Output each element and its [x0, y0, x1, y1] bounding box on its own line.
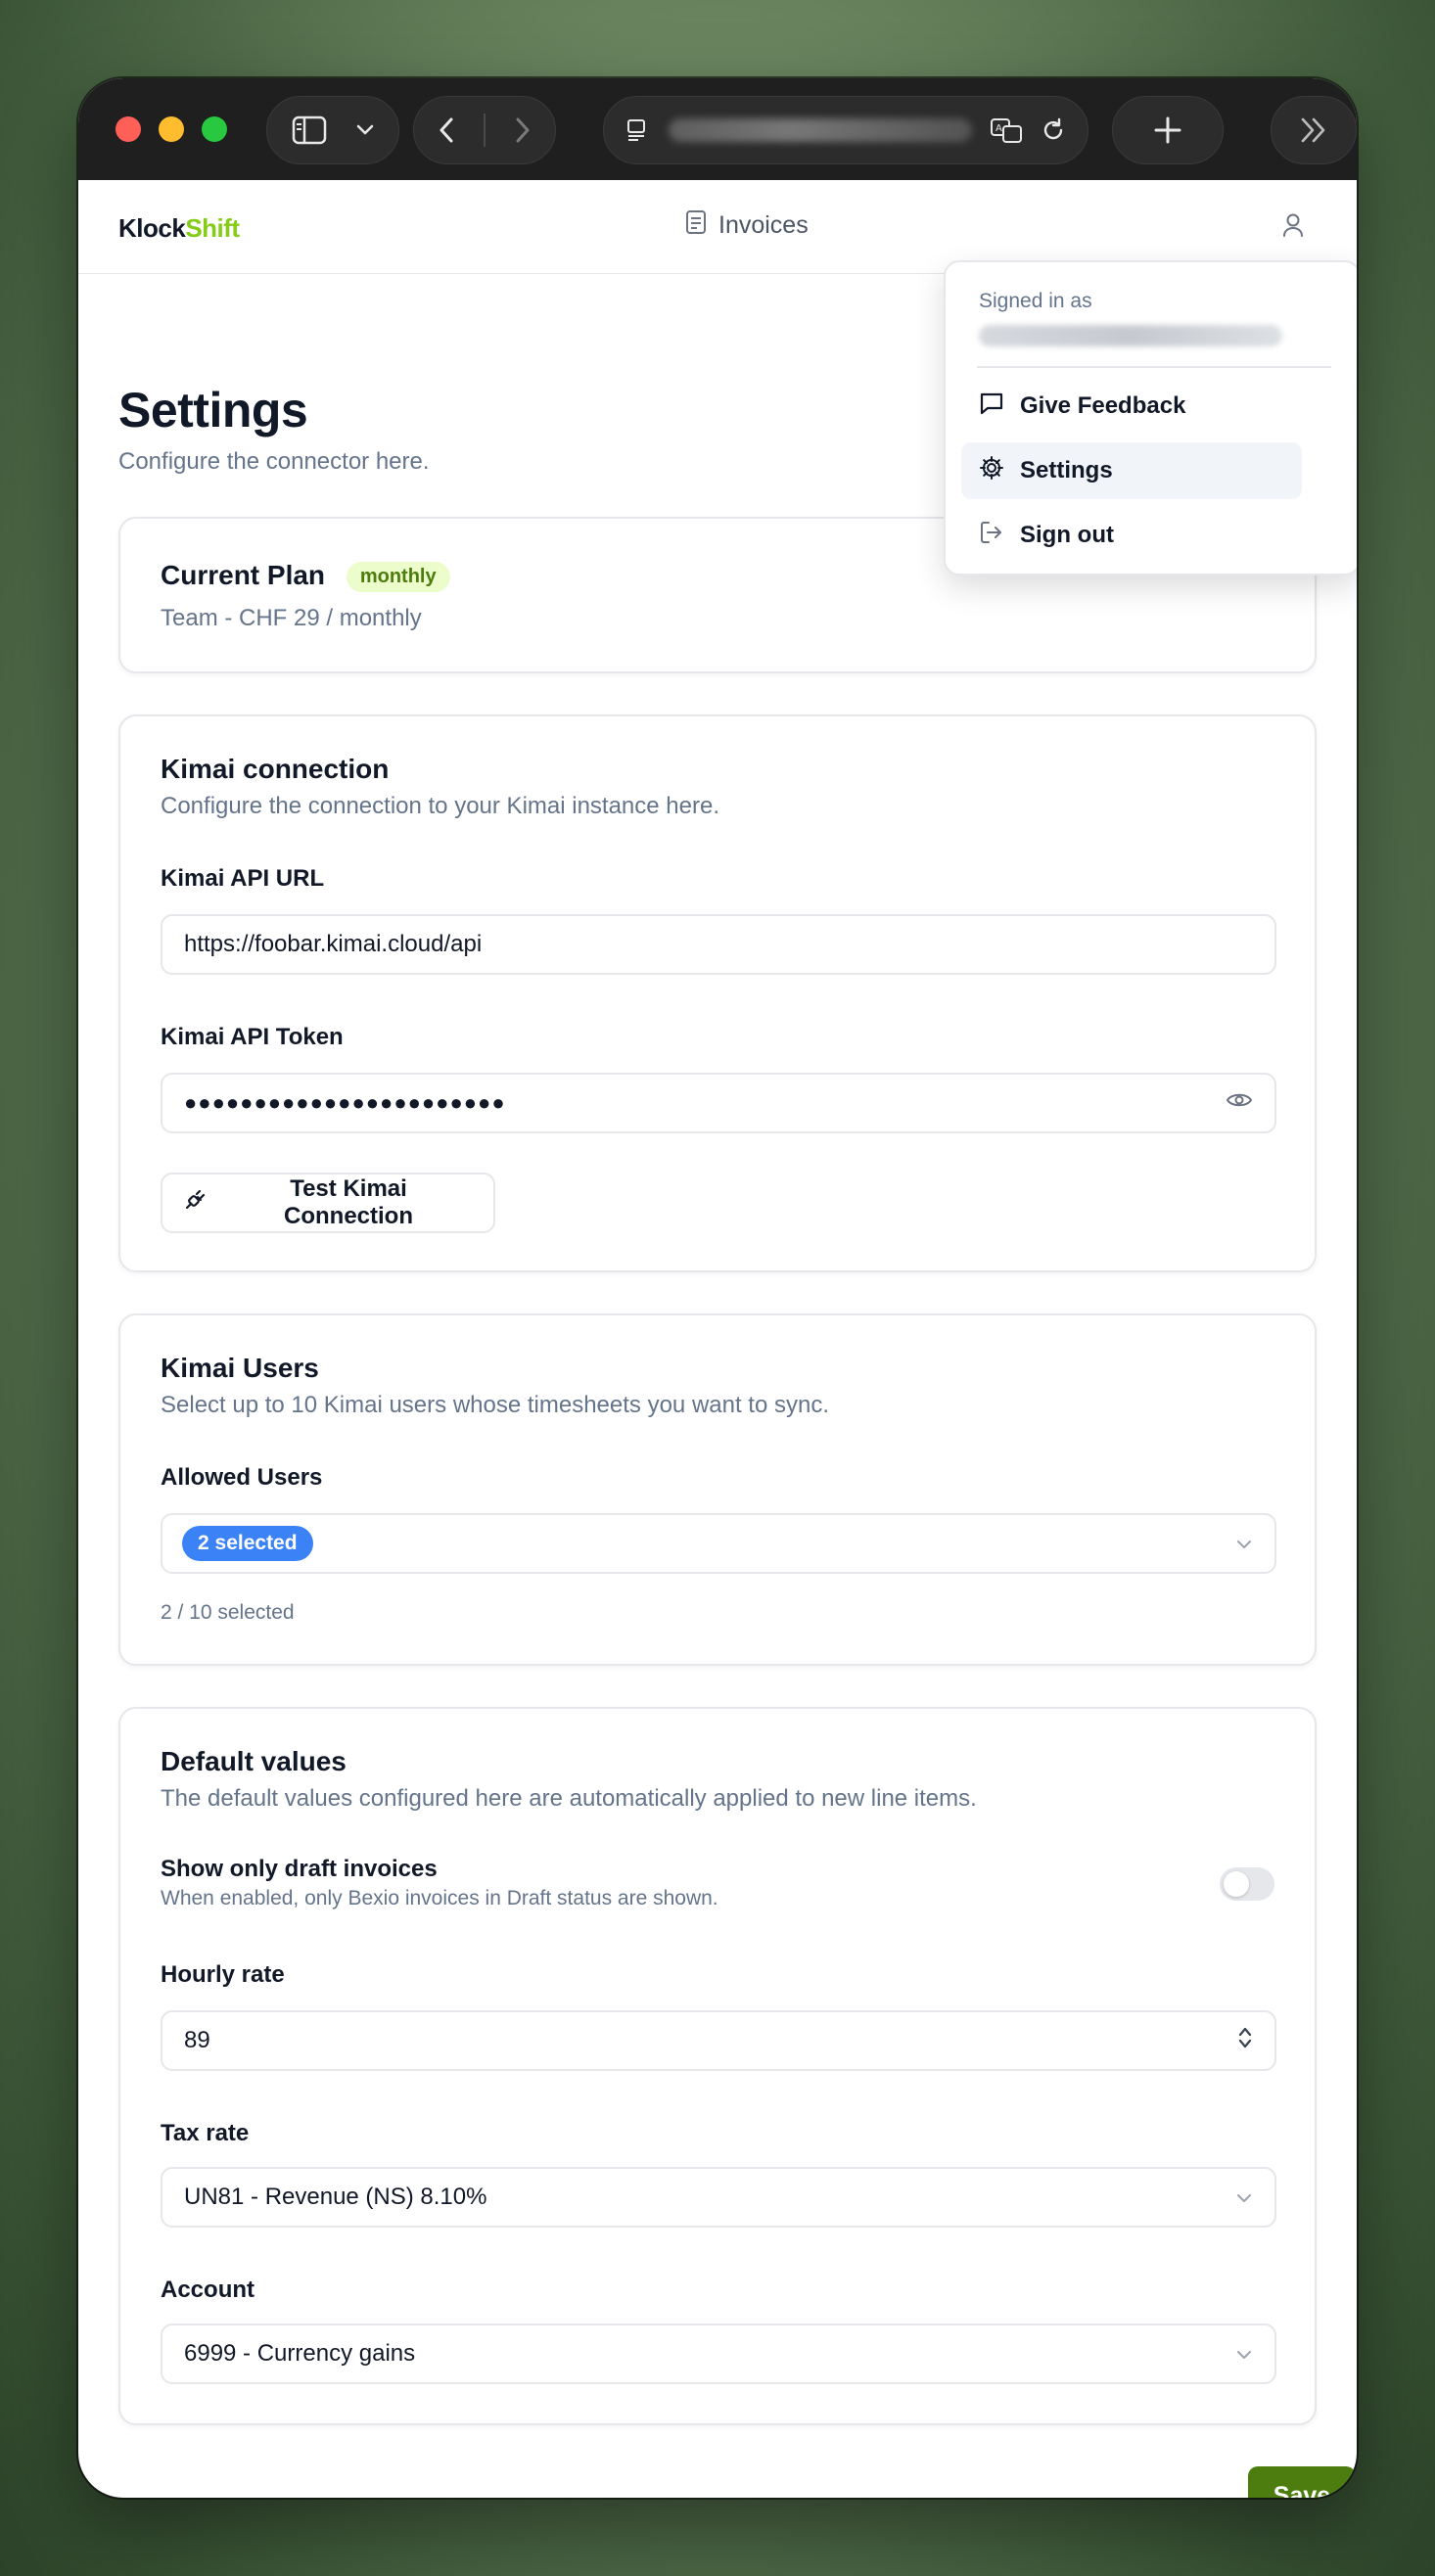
svg-text:A: A: [995, 123, 1002, 134]
menu-item-settings[interactable]: Settings: [961, 442, 1302, 499]
forward-arrow-icon[interactable]: [512, 115, 533, 145]
reload-icon[interactable]: [1041, 117, 1066, 143]
api-token-input[interactable]: ●●●●●●●●●●●●●●●●●●●●●●●: [161, 1073, 1276, 1133]
chevron-down-icon: [1235, 1530, 1253, 1557]
test-connection-button[interactable]: Test Kimai Connection: [161, 1173, 495, 1233]
kimai-description: Configure the connection to your Kimai i…: [161, 793, 719, 819]
test-connection-label: Test Kimai Connection: [284, 1175, 413, 1229]
save-button[interactable]: Save: [1248, 2466, 1356, 2498]
close-window-button[interactable]: [116, 116, 141, 142]
draft-only-toggle[interactable]: [1220, 1867, 1274, 1901]
menu-item-label: Sign out: [1020, 522, 1114, 548]
nav-separator: [484, 114, 486, 147]
allowed-users-select[interactable]: 2 selected: [161, 1513, 1276, 1574]
hourly-rate-input[interactable]: 89: [161, 2010, 1276, 2071]
page-title: Settings: [118, 383, 308, 437]
account-value: 6999 - Currency gains: [184, 2340, 416, 2367]
browser-toolbar: A: [78, 78, 1357, 180]
tax-rate-select[interactable]: UN81 - Revenue (NS) 8.10%: [161, 2167, 1276, 2228]
logo-part-2: Shift: [185, 213, 240, 243]
plan-title-row: Current Plan monthly: [161, 560, 450, 593]
logo-part-1: Klock: [118, 213, 186, 243]
menu-item-sign-out[interactable]: Sign out: [961, 507, 1302, 564]
default-values-card: Default values The default values config…: [118, 1707, 1317, 2425]
kimai-title: Kimai connection: [161, 754, 390, 784]
plug-icon: [182, 1187, 208, 1219]
chevron-down-icon[interactable]: [355, 123, 375, 137]
allowed-users-label: Allowed Users: [161, 1464, 323, 1491]
signed-in-label: Signed in as: [979, 290, 1092, 312]
translate-icon[interactable]: A: [990, 116, 1023, 144]
draft-toggle-label: Show only draft invoices: [161, 1856, 438, 1882]
document-icon: [685, 209, 707, 242]
minimize-window-button[interactable]: [159, 116, 184, 142]
account-label: Account: [161, 2277, 255, 2303]
signed-in-email-blurred: [979, 325, 1282, 346]
tax-rate-value: UN81 - Revenue (NS) 8.10%: [184, 2184, 487, 2210]
hourly-rate-label: Hourly rate: [161, 1961, 285, 1988]
nav-invoices-link[interactable]: Invoices: [685, 209, 809, 242]
double-chevron-right-icon[interactable]: [1297, 115, 1330, 145]
defaults-description: The default values configured here are a…: [161, 1785, 977, 1812]
chevron-down-icon: [1235, 2184, 1253, 2211]
menu-item-give-feedback[interactable]: Give Feedback: [961, 378, 1302, 435]
browser-window: A KlockShift Invoices Settings Configure…: [78, 78, 1357, 2498]
chevron-down-icon: [1235, 2340, 1253, 2368]
selected-users-chip: 2 selected: [182, 1526, 313, 1561]
user-dropdown-menu: Signed in as Give Feedback Settings Sign…: [944, 260, 1357, 575]
api-url-input[interactable]: https://foobar.kimai.cloud/api: [161, 914, 1276, 975]
brand-logo[interactable]: KlockShift: [118, 213, 240, 244]
sidebar-icon[interactable]: [292, 115, 327, 145]
plus-icon[interactable]: [1153, 115, 1182, 145]
selected-count: 2 / 10 selected: [161, 1601, 295, 1624]
address-bar[interactable]: A: [603, 96, 1088, 164]
menu-item-label: Settings: [1020, 457, 1113, 483]
plan-title: Current Plan: [161, 560, 326, 590]
new-tab-button[interactable]: [1112, 96, 1224, 164]
tab-overview-button[interactable]: [1271, 96, 1357, 164]
kimai-users-card: Kimai Users Select up to 10 Kimai users …: [118, 1313, 1317, 1666]
maximize-window-button[interactable]: [202, 116, 227, 142]
toggle-knob: [1224, 1871, 1249, 1897]
kimai-connection-card: Kimai connection Configure the connectio…: [118, 714, 1317, 1272]
plan-detail: Team - CHF 29 / monthly: [161, 605, 422, 631]
api-token-value: ●●●●●●●●●●●●●●●●●●●●●●●: [184, 1090, 506, 1115]
account-select[interactable]: 6999 - Currency gains: [161, 2323, 1276, 2384]
users-description: Select up to 10 Kimai users whose timesh…: [161, 1392, 830, 1418]
users-title: Kimai Users: [161, 1353, 319, 1383]
gear-icon: [979, 455, 1004, 487]
page-subtitle: Configure the connector here.: [118, 448, 430, 475]
tax-rate-label: Tax rate: [161, 2120, 250, 2146]
defaults-title: Default values: [161, 1746, 347, 1776]
stepper-icon[interactable]: [1237, 2025, 1253, 2057]
hourly-rate-value: 89: [184, 2027, 210, 2053]
api-url-label: Kimai API URL: [161, 865, 325, 892]
back-arrow-icon[interactable]: [436, 115, 457, 145]
api-token-label: Kimai API Token: [161, 1024, 344, 1050]
api-url-value: https://foobar.kimai.cloud/api: [184, 931, 483, 957]
window-controls: [116, 116, 227, 142]
nav-invoices-label: Invoices: [718, 211, 809, 239]
eye-icon[interactable]: [1226, 1089, 1253, 1117]
menu-divider: [977, 366, 1331, 368]
user-icon: [1280, 213, 1306, 243]
plan-badge: monthly: [346, 562, 450, 593]
log-out-icon: [979, 520, 1004, 552]
url-text-blurred: [669, 118, 972, 142]
sidebar-toggle-group[interactable]: [266, 96, 399, 164]
message-square-icon: [979, 391, 1004, 423]
user-menu-button[interactable]: [1280, 211, 1306, 244]
menu-item-label: Give Feedback: [1020, 392, 1186, 419]
page-info-icon[interactable]: [625, 117, 651, 143]
draft-toggle-help: When enabled, only Bexio invoices in Dra…: [161, 1887, 718, 1909]
history-nav-group: [413, 96, 556, 164]
